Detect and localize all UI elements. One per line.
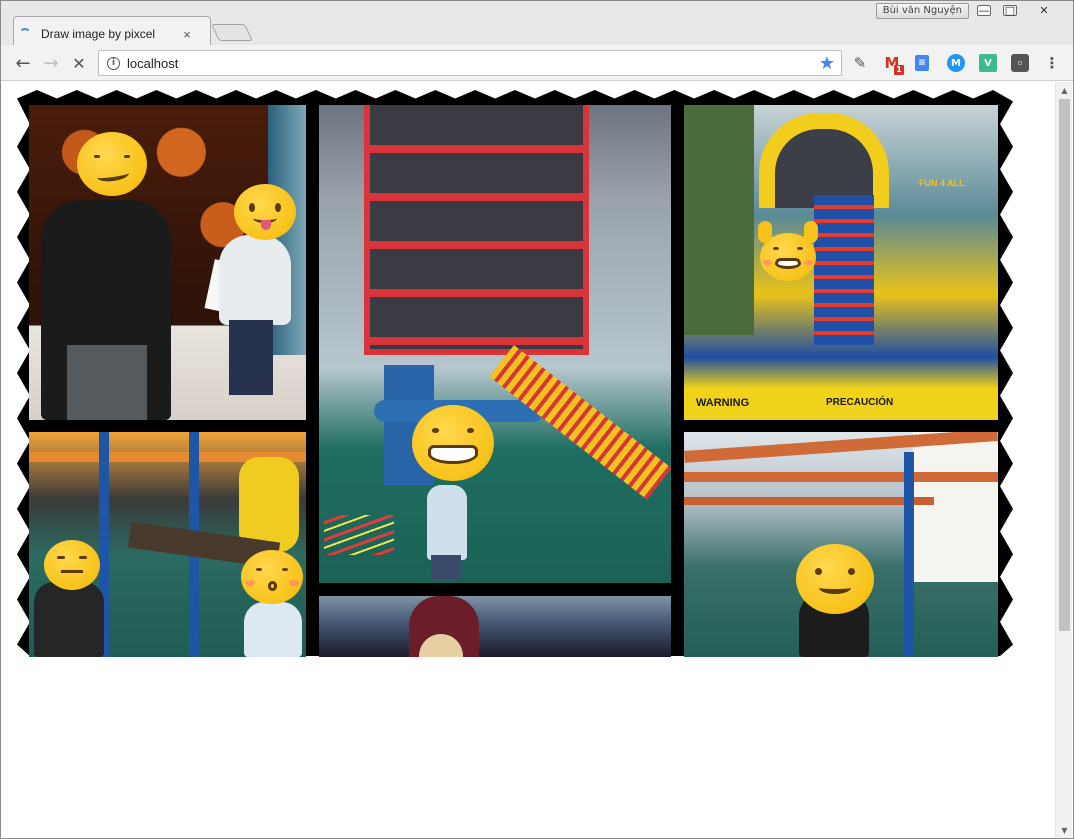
gmail-unread-badge: 1: [894, 65, 904, 75]
photo-detail: [913, 432, 998, 582]
photo-detail: [814, 195, 874, 345]
page-scrollbar[interactable]: ▲ ▼: [1055, 82, 1072, 838]
photo-indoor-playground: [29, 432, 306, 657]
title-bar: Bùi văn Nguyện — □ ✕ Draw image by pixce…: [1, 1, 1073, 46]
stop-loading-button[interactable]: ✕: [67, 51, 91, 75]
close-window-button[interactable]: ✕: [1025, 2, 1063, 19]
photo-detail: [364, 105, 589, 355]
photo-detail: [904, 452, 914, 657]
v-extension-icon[interactable]: V: [979, 54, 997, 72]
photo-detail: [229, 320, 273, 395]
forward-arrow-icon: →: [43, 52, 59, 74]
page-viewport: FUN 4 ALL WARNING PRECAUCIÓN ▲ ▼: [1, 82, 1073, 838]
tab-close-icon[interactable]: ×: [179, 27, 195, 42]
loading-spinner-icon: [19, 28, 31, 40]
photo-play-structure-tower: [319, 105, 671, 583]
photo-detail: [684, 497, 934, 505]
tab-content: Draw image by pixcel ×: [19, 23, 195, 45]
photo-detail: [219, 235, 291, 325]
gmail-icon[interactable]: M 1: [883, 54, 904, 75]
photo-pumpkin-wall: [29, 105, 306, 420]
tab-title: Draw image by pixcel: [41, 27, 156, 41]
photo-detail: [684, 472, 998, 482]
profile-button[interactable]: Bùi văn Nguyện: [875, 3, 969, 19]
address-bar[interactable]: i localhost ★: [98, 50, 842, 76]
stop-icon: ✕: [72, 53, 86, 73]
scroll-down-icon[interactable]: ▼: [1056, 822, 1073, 838]
photo-detail: [67, 345, 147, 420]
chrome-menu-icon[interactable]: ⋮: [1043, 54, 1061, 72]
maximize-button[interactable]: □: [997, 2, 1023, 19]
browser-window: Bùi văn Nguyện — □ ✕ Draw image by pixce…: [0, 0, 1074, 839]
photo-warning-text: WARNING: [696, 397, 750, 409]
smirk-emoji-icon: [77, 132, 147, 196]
url-input[interactable]: localhost: [127, 56, 819, 71]
photo-detail: [684, 105, 754, 335]
close-icon: ✕: [1039, 4, 1049, 17]
photo-detail: [431, 555, 461, 579]
forward-button[interactable]: →: [39, 51, 63, 75]
scroll-thumb[interactable]: [1059, 99, 1070, 631]
unamused-emoji-icon: [44, 540, 100, 590]
kissing-emoji-icon: [241, 550, 303, 604]
photo-detail: [244, 602, 302, 657]
photo-detail: [759, 113, 889, 208]
bulb-extension-icon[interactable]: ◦: [1011, 54, 1029, 72]
laughing-emoji-icon: [412, 405, 494, 481]
smile-emoji-icon: [796, 544, 874, 614]
toolbar: ← → ✕ i localhost ★ ✎ M 1 ≡ M V ◦ ⋮: [1, 45, 1073, 81]
bookmark-star-icon[interactable]: ★: [819, 53, 835, 74]
photo-detail: [427, 485, 467, 560]
photo-detail: [34, 582, 104, 657]
minimize-icon: —: [977, 4, 991, 17]
cheering-emoji-icon: [758, 221, 818, 281]
photo-detail: [489, 345, 671, 500]
photo-bounce-house: FUN 4 ALL WARNING PRECAUCIÓN: [684, 105, 998, 420]
m-extension-icon[interactable]: M: [947, 54, 965, 72]
photo-sign-text: FUN 4 ALL: [919, 178, 965, 188]
tongue-emoji-icon: [234, 184, 296, 240]
minimize-button[interactable]: —: [971, 2, 997, 19]
photo-detail: [324, 515, 394, 555]
docs-icon[interactable]: ≡: [915, 55, 929, 71]
scroll-up-icon[interactable]: ▲: [1056, 82, 1073, 98]
site-info-icon[interactable]: i: [107, 56, 120, 70]
photo-monkey-bars: [684, 432, 998, 657]
back-button[interactable]: ←: [11, 51, 35, 75]
eyedropper-icon[interactable]: ✎: [851, 54, 869, 72]
maximize-icon: □: [1003, 4, 1017, 17]
photo-precaucion-text: PRECAUCIÓN: [826, 397, 894, 408]
photo-ceiling: [319, 596, 671, 657]
new-tab-button[interactable]: [211, 24, 253, 41]
back-arrow-icon: ←: [15, 52, 31, 74]
